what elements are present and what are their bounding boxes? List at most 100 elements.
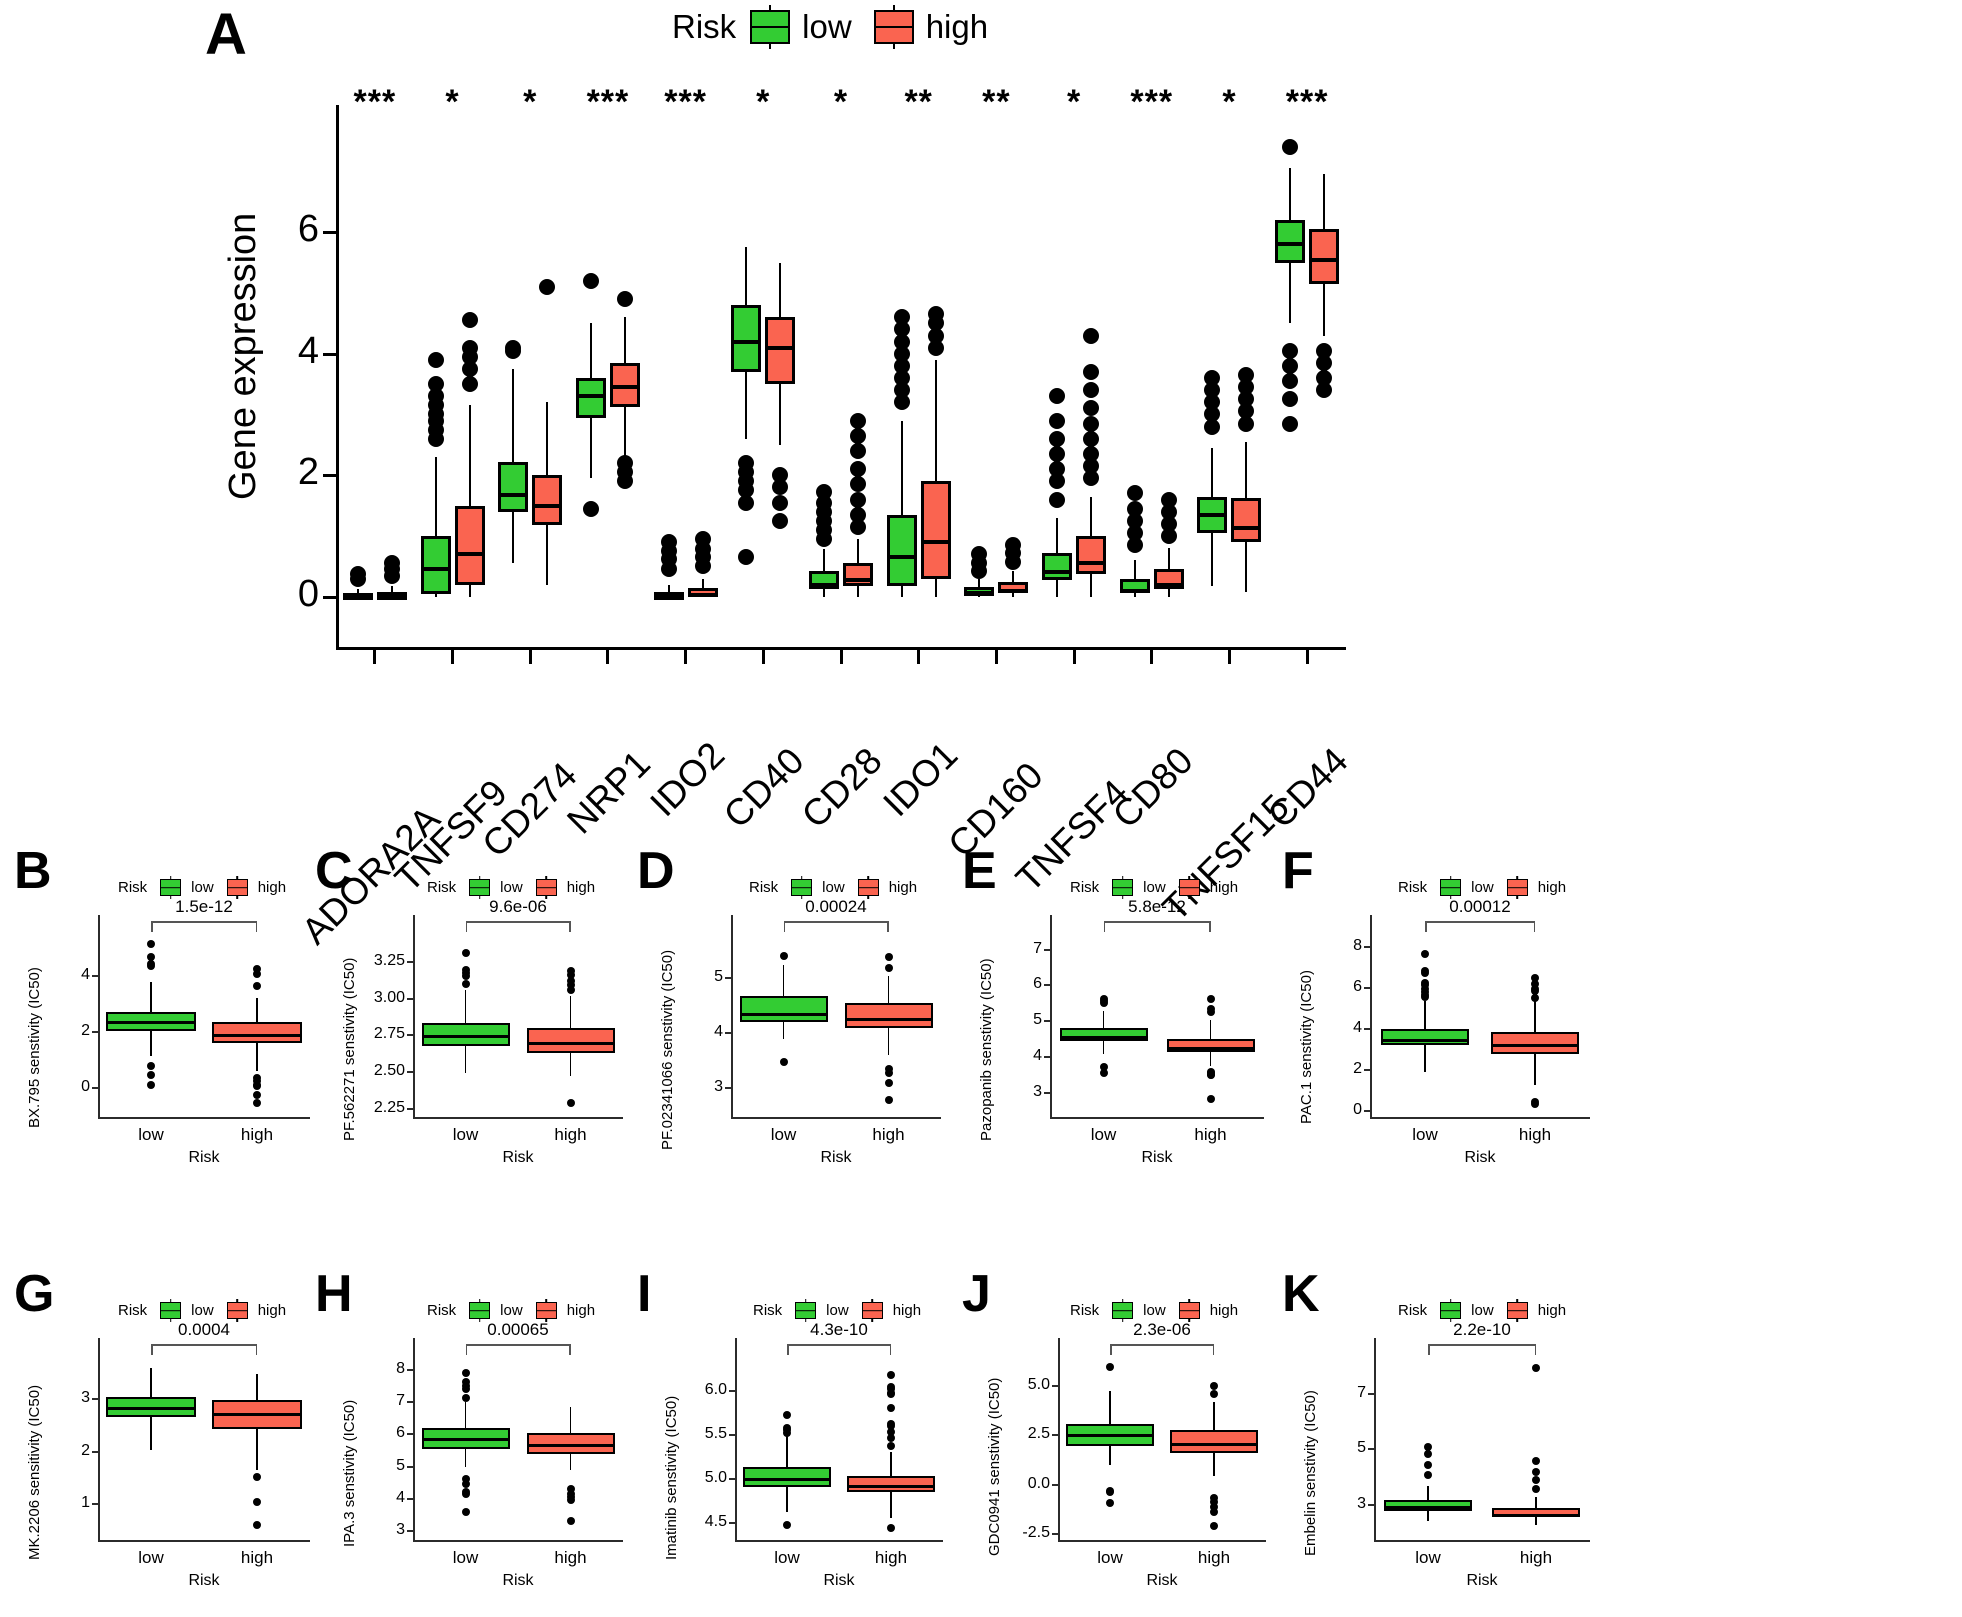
panel-a-whisker-upper <box>667 584 670 592</box>
whisker-lower-high <box>890 1492 892 1518</box>
outlier-point-high <box>887 1442 895 1451</box>
x-axis-line-f <box>1370 1117 1590 1119</box>
bracket-horizontal-bar <box>1428 1344 1536 1346</box>
legend-key-median-line <box>1507 1309 1527 1312</box>
legend-label-low: low <box>822 879 845 896</box>
panel-a-box <box>342 593 373 601</box>
legend-label-high: high <box>257 1302 287 1319</box>
panel-a-whisker-upper <box>1245 441 1248 499</box>
x-axis-title-d: Risk <box>820 1149 852 1166</box>
panel-a-median-line <box>1076 561 1107 566</box>
panel-a-outlier-point <box>850 442 866 459</box>
outlier-point-low <box>783 1411 791 1420</box>
outlier-point-low <box>461 949 470 958</box>
panel-letter-c: C <box>315 842 353 900</box>
median-line-low <box>421 1035 510 1039</box>
x-tick-label: high <box>554 1125 587 1144</box>
y-axis-title-c: PF.562271 senstivity (IC50) <box>341 957 358 1142</box>
outlier-point-high <box>887 1403 895 1412</box>
whisker-lower-high <box>569 1453 572 1470</box>
x-tick-label: high <box>1519 1548 1553 1567</box>
panel-a-outlier-point <box>738 549 755 566</box>
legend-title: Risk <box>1070 1302 1100 1319</box>
panel-a-box <box>454 505 485 585</box>
x-axis-line-k <box>1374 1540 1590 1542</box>
legend-panel-h: Risk low high <box>427 1299 595 1322</box>
legend-key-median-line <box>1113 1309 1133 1312</box>
legend-label-low: low <box>802 8 852 45</box>
x-tick-label: low <box>138 1125 164 1144</box>
whisker-lower-high <box>1213 1452 1215 1476</box>
panel-a-outlier-point <box>539 278 556 295</box>
outlier-point-low <box>1421 979 1429 988</box>
y-axis-line-e <box>1050 915 1052 1117</box>
y-tickmark <box>729 1477 735 1480</box>
panel-letter-d: D <box>637 842 675 900</box>
panel-a-whisker-upper <box>745 247 748 306</box>
panel-a-outlier-point <box>850 461 866 478</box>
bracket-right-leg <box>569 921 571 932</box>
panel-letter-i: I <box>637 1265 652 1323</box>
panel-a-outlier-point <box>505 339 522 356</box>
panel-a-x-tickmark <box>1227 650 1231 664</box>
legend-key-whisker-top <box>804 1299 807 1303</box>
x-axis-title-i: Risk <box>823 1572 855 1589</box>
x-tick-label: low <box>452 1125 479 1144</box>
panel-a-significance-star: *** <box>1285 83 1329 121</box>
outlier-point-high <box>253 1473 261 1482</box>
x-axis-title-k: Risk <box>1466 1572 1498 1589</box>
panel-h: H Risk low high 3 4 5 6 7 8 IPA.3 senstivity (IC50… <box>315 1268 635 1608</box>
panel-a-y-tick-label: 6 <box>297 208 319 251</box>
y-tickmark <box>1044 948 1050 951</box>
whisker-lower-low <box>150 1031 152 1056</box>
panel-a-box <box>765 317 796 385</box>
legend-key-median-line <box>1441 886 1461 889</box>
outlier-point-high <box>884 1096 893 1105</box>
panel-a-whisker-lower <box>823 589 825 597</box>
bracket-horizontal-bar <box>465 1344 571 1346</box>
panel-a-whisker-lower <box>1245 542 1248 592</box>
y-tickmark <box>1044 1092 1050 1095</box>
legend-key-high-icon <box>226 1299 248 1322</box>
panel-a-outlier-point <box>850 491 866 508</box>
legend-label-low: low <box>191 879 214 896</box>
y-tickmark <box>92 1030 98 1033</box>
whisker-upper-low <box>150 981 152 1012</box>
panel-a-whisker-lower <box>1289 262 1292 324</box>
legend-key-median-line <box>792 886 812 889</box>
panel-a-median-line <box>843 577 873 582</box>
outlier-point-high <box>884 1078 893 1087</box>
outlier-point-low <box>147 1061 155 1070</box>
legend-panel-a: Risk low high <box>672 5 988 49</box>
panel-a-median-line <box>376 595 407 600</box>
median-line-low <box>739 1012 828 1016</box>
legend-key-median-line <box>470 886 490 889</box>
pvalue-label-k: 2.2e-10 <box>1453 1320 1511 1339</box>
panel-a-x-tick-label: CD44 <box>1259 739 1356 836</box>
panel-a-x-tickmark <box>761 650 765 664</box>
panel-a-box <box>1042 553 1073 580</box>
bracket-horizontal-bar <box>783 921 889 923</box>
y-tickmark <box>92 1450 98 1453</box>
panel-a-box <box>964 587 995 596</box>
bracket-right-leg <box>255 1344 257 1355</box>
panel-a-outlier-point <box>1049 445 1066 462</box>
y-tickmark <box>407 1400 413 1403</box>
x-tick-label: low <box>452 1548 479 1567</box>
outlier-point-high <box>253 1497 261 1506</box>
whisker-upper-low <box>464 989 467 1023</box>
box-low <box>1066 1424 1154 1447</box>
median-line-low <box>743 1477 831 1481</box>
legend-title: Risk <box>672 8 737 45</box>
outlier-point-low <box>783 1423 791 1432</box>
y-axis-title-e: Pazopanib senstivity (IC50) <box>978 958 995 1142</box>
bracket-left-leg <box>1428 1344 1430 1355</box>
panel-a-box <box>843 563 873 586</box>
panel-b: B Risk low high 0 2 4 BX.795 senstivity (IC50) l… <box>10 845 330 1185</box>
panel-a-outlier-point <box>1083 363 1100 380</box>
panel-a-median-line <box>342 596 373 601</box>
panel-a-outlier-point <box>1282 373 1299 390</box>
x-tick-label: high <box>1194 1125 1227 1144</box>
legend-label-high: high <box>257 879 287 896</box>
panel-a-whisker-lower <box>1211 532 1214 586</box>
